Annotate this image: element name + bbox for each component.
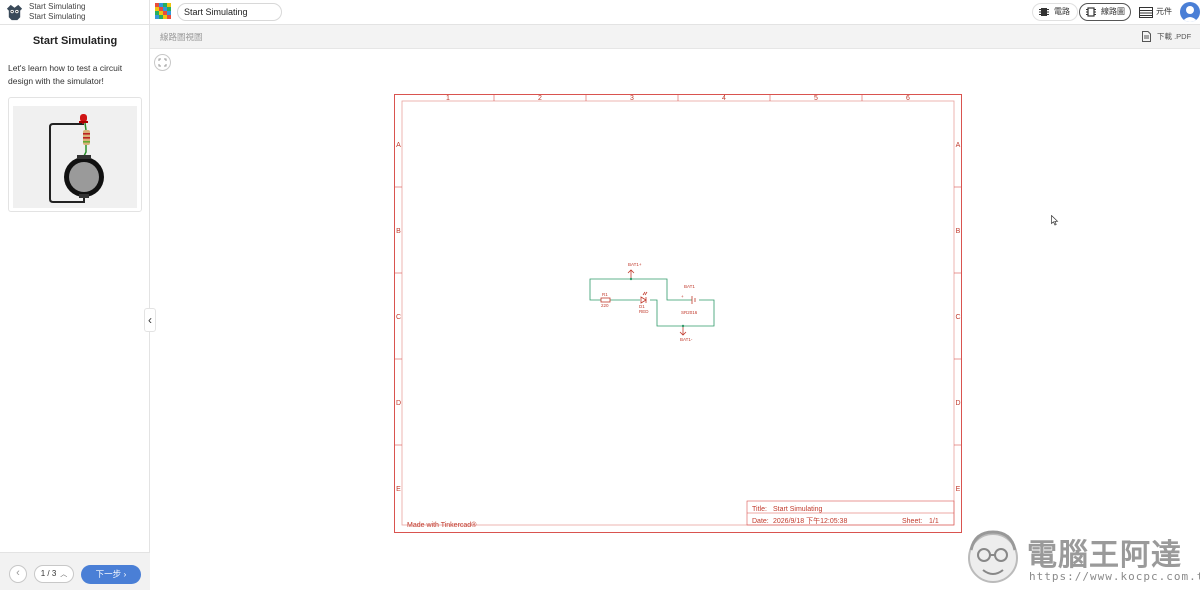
step-counter: 1 / 3 bbox=[40, 569, 57, 578]
row-label: D bbox=[396, 400, 401, 407]
row-label: D bbox=[955, 400, 960, 407]
lesson-image-card bbox=[8, 97, 142, 212]
title-field-label: Title: bbox=[752, 506, 767, 513]
download-pdf-label: 下載 .PDF bbox=[1157, 32, 1192, 41]
row-label: C bbox=[396, 314, 401, 321]
lesson-title: Start Simulating bbox=[32, 35, 118, 47]
made-with-label: Made with Tinkercad® bbox=[407, 521, 477, 529]
site-watermark: 電腦王阿達 https://www.kocpc.com.tw/ bbox=[963, 520, 1200, 590]
lesson-navigation: ‹ 1 / 3 ︿ 下一步 › bbox=[0, 552, 150, 590]
net-label-bat-minus: BAT1- bbox=[680, 337, 693, 342]
led-value: RED bbox=[639, 309, 649, 314]
table-icon bbox=[1139, 7, 1153, 18]
sheet-field-label: Sheet: bbox=[902, 518, 922, 525]
document-icon bbox=[1142, 31, 1151, 42]
battery-plus-sign: + bbox=[681, 294, 684, 299]
resistor-value: 220 bbox=[601, 303, 609, 308]
column-label: 2 bbox=[538, 95, 542, 102]
view-title: 線路圖視圖 bbox=[160, 32, 203, 42]
row-label: C bbox=[955, 314, 960, 321]
next-step-label: 下一步 bbox=[95, 569, 122, 579]
user-avatar[interactable] bbox=[1180, 2, 1200, 22]
resistor-label: R1 bbox=[602, 292, 608, 297]
column-label: 6 bbox=[906, 95, 910, 102]
fit-view-button[interactable] bbox=[154, 54, 171, 71]
column-label: 1 bbox=[446, 95, 450, 102]
schematic-view-label: 線路圖 bbox=[1101, 7, 1125, 16]
download-pdf-button[interactable]: 下載 .PDF bbox=[1136, 28, 1194, 45]
previous-step-button[interactable]: ‹ bbox=[9, 565, 27, 583]
lesson-description: Let's learn how to test a circuit design… bbox=[8, 63, 123, 86]
date-field-label: Date: bbox=[752, 518, 769, 525]
battery-label: BAT1 bbox=[684, 284, 695, 289]
title-field-value: Start Simulating bbox=[773, 506, 823, 513]
components-list-button[interactable]: 元件 bbox=[1136, 3, 1174, 21]
row-label: E bbox=[396, 486, 401, 493]
circuit-preview-image bbox=[13, 106, 137, 208]
date-field-value: 2026/9/18 下午12:05:38 bbox=[773, 516, 847, 525]
tinkercad-logo-icon[interactable] bbox=[155, 3, 171, 19]
row-label: A bbox=[956, 142, 961, 149]
lesson-step-name: Start Simulating bbox=[29, 12, 86, 21]
column-label: 3 bbox=[630, 95, 634, 102]
circuit-view-label: 電路 bbox=[1054, 7, 1070, 16]
chevron-right-icon: › bbox=[123, 569, 127, 579]
lesson-header: Start Simulating Start Simulating bbox=[0, 0, 149, 25]
chevron-up-icon: ︿ bbox=[58, 571, 68, 578]
lesson-name: Start Simulating bbox=[29, 2, 86, 11]
column-label: 5 bbox=[814, 95, 818, 102]
fit-to-screen-icon bbox=[158, 58, 167, 67]
schematic-icon bbox=[1086, 7, 1096, 17]
schematic-view-button[interactable]: 線路圖 bbox=[1079, 3, 1131, 21]
view-header-bar: 線路圖視圖 下載 .PDF bbox=[150, 25, 1200, 49]
tinkercad-mascot-icon[interactable] bbox=[5, 3, 24, 22]
battery-value: SR2016 bbox=[681, 310, 698, 315]
circuit-view-button[interactable]: 電路 bbox=[1032, 3, 1078, 21]
chevron-left-icon: ‹ bbox=[16, 567, 20, 579]
step-indicator[interactable]: 1 / 3 ︿ bbox=[34, 565, 74, 583]
lesson-sidebar: Start Simulating Start Simulating Start … bbox=[0, 0, 150, 590]
column-label: 4 bbox=[722, 95, 726, 102]
schematic-canvas[interactable]: 1 2 3 4 5 6 A B C D E A B C D E Made wit… bbox=[150, 49, 1200, 590]
top-toolbar: Start Simulating 電路 線路圖 元件 bbox=[150, 0, 1200, 25]
row-label: B bbox=[956, 228, 961, 235]
row-label: A bbox=[396, 142, 401, 149]
net-label-bat-plus: BAT1+ bbox=[628, 262, 642, 267]
watermark-url: https://www.kocpc.com.tw/ bbox=[1029, 570, 1200, 583]
row-label: B bbox=[396, 228, 401, 235]
chip-icon bbox=[1039, 8, 1049, 16]
row-label: E bbox=[956, 486, 961, 493]
schematic-sheet: 1 2 3 4 5 6 A B C D E A B C D E Made wit… bbox=[394, 94, 962, 533]
design-name-input[interactable]: Start Simulating bbox=[177, 3, 282, 21]
watermark-text: 電腦王阿達 bbox=[1027, 538, 1182, 573]
watermark-mascot-icon bbox=[968, 530, 1018, 583]
collapse-sidebar-button[interactable]: ‹ bbox=[144, 308, 156, 332]
next-step-button[interactable]: 下一步 › bbox=[81, 565, 141, 584]
components-list-label: 元件 bbox=[1156, 7, 1172, 16]
sheet-field-value: 1/1 bbox=[929, 518, 939, 525]
mouse-cursor-icon bbox=[1051, 215, 1059, 226]
chevron-left-icon: ‹ bbox=[148, 313, 152, 327]
